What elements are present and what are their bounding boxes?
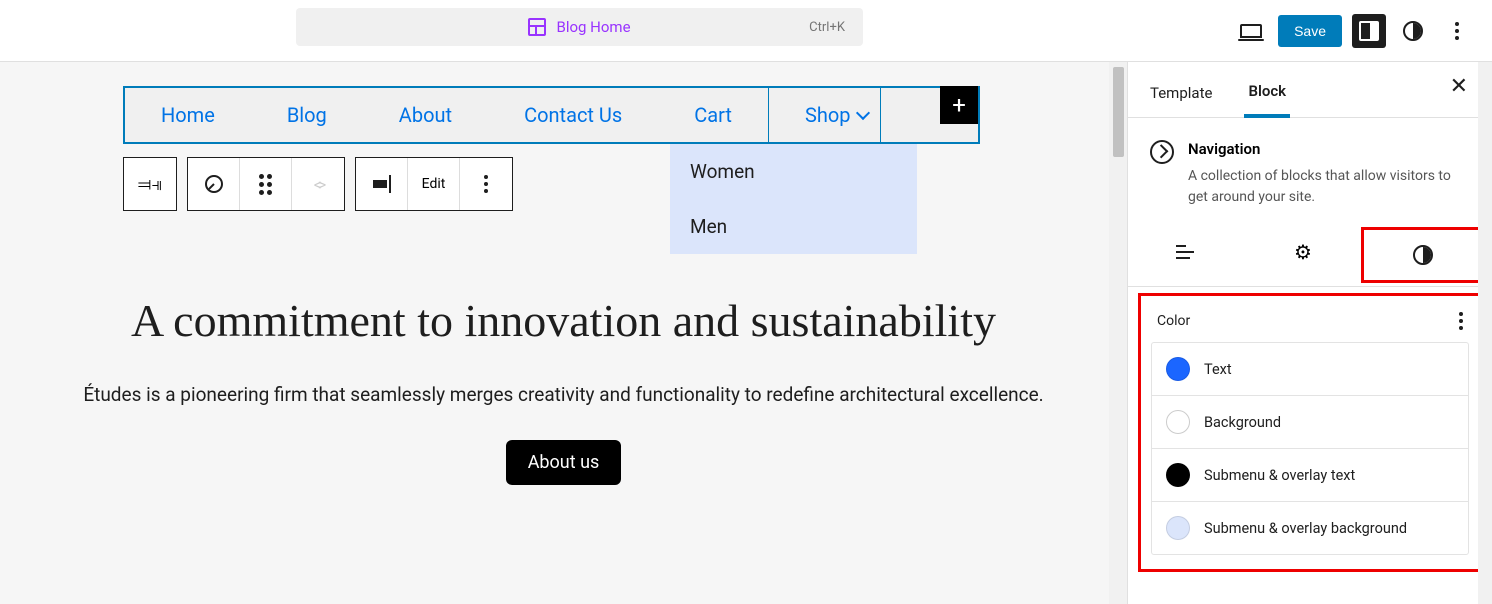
color-swatch [1166,357,1190,381]
color-list: Text Background Submenu & overlay text S… [1151,342,1469,555]
toolbar-edit[interactable]: Edit [408,158,460,210]
kebab-icon [1455,22,1459,40]
editor-canvas[interactable]: Home Blog About Contact Us Cart Shop + W… [0,62,1127,604]
color-panel-title: Color [1157,313,1190,329]
block-title: Navigation [1188,140,1470,158]
color-swatch [1166,410,1190,434]
split-icon: ⫤⫣ [138,174,162,195]
hero-heading[interactable]: A commitment to innovation and sustainab… [30,292,1097,350]
block-toolbar: ⫤⫣ < > Edit [123,157,523,211]
nav-item-contact[interactable]: Contact Us [488,88,658,142]
settings-tab-settings[interactable]: ⚙ [1245,224,1362,280]
chevrons-icon: < > [314,175,322,194]
laptop-icon [1240,24,1262,38]
color-row-submenu-bg[interactable]: Submenu & overlay background [1152,502,1468,554]
shortcut-label: Ctrl+K [809,20,845,35]
sidebar-toggle-button[interactable] [1352,14,1386,48]
canvas-scrollbar[interactable] [1109,62,1127,604]
color-label: Submenu & overlay text [1204,467,1355,484]
settings-tab-list[interactable] [1128,224,1245,280]
block-description: A collection of blocks that allow visito… [1188,166,1470,208]
more-options-button[interactable] [1440,14,1474,48]
template-name: Blog Home [556,18,630,36]
nav-item-cart[interactable]: Cart [658,88,768,142]
block-info: Navigation A collection of blocks that a… [1128,118,1492,224]
tab-block[interactable]: Block [1244,72,1290,118]
styles-button[interactable] [1396,14,1430,48]
color-row-submenu-text[interactable]: Submenu & overlay text [1152,449,1468,502]
nav-item-home[interactable]: Home [125,88,251,142]
color-label: Text [1204,361,1232,378]
navigation-block[interactable]: Home Blog About Contact Us Cart Shop [123,86,980,144]
navigation-block-icon [1150,140,1174,164]
kebab-icon [484,175,488,193]
toolbar-block-type[interactable]: ⫤⫣ [124,158,176,210]
toolbar-move[interactable]: < > [292,158,344,210]
color-row-text[interactable]: Text [1152,343,1468,396]
color-row-background[interactable]: Background [1152,396,1468,449]
align-icon [373,175,391,193]
template-layout-icon [528,18,546,36]
tab-template[interactable]: Template [1146,74,1216,116]
close-sidebar-button[interactable]: ✕ [1450,74,1468,99]
color-panel-more[interactable] [1459,312,1463,330]
sidebar-scrollbar[interactable] [1478,62,1492,604]
color-swatch [1166,463,1190,487]
sidebar-tabs: Template Block ✕ [1128,62,1492,118]
nav-spacer [880,88,904,142]
save-button[interactable]: Save [1278,15,1342,47]
contrast-icon [1413,245,1433,265]
toolbar-parent-select[interactable] [188,158,240,210]
compass-icon [205,175,223,193]
submenu: Women Men [670,144,917,254]
settings-sidebar: Template Block ✕ Navigation A collection… [1127,62,1492,604]
toolbar-more[interactable] [460,158,512,210]
color-label: Background [1204,414,1281,431]
hero-button[interactable]: About us [506,440,622,485]
settings-sub-tabs: ⚙ [1128,224,1492,287]
submenu-item-women[interactable]: Women [670,144,917,199]
nav-item-shop[interactable]: Shop [768,88,881,142]
drag-icon [259,174,272,195]
color-label: Submenu & overlay background [1204,520,1407,537]
add-block-button[interactable]: + [940,86,978,124]
nav-item-about[interactable]: About [363,88,488,142]
settings-tab-styles[interactable] [1361,227,1484,283]
toolbar-drag-handle[interactable] [240,158,292,210]
view-button[interactable] [1234,14,1268,48]
template-selector[interactable]: Blog Home Ctrl+K [296,8,863,46]
nav-item-blog[interactable]: Blog [251,88,363,142]
color-swatch [1166,516,1190,540]
sidepanel-icon [1359,21,1379,41]
contrast-icon [1403,21,1423,41]
submenu-item-men[interactable]: Men [670,199,917,254]
hero-paragraph[interactable]: Études is a pioneering firm that seamles… [30,380,1097,410]
color-panel: Color Text Background Submenu & overlay … [1138,293,1482,572]
list-icon [1176,245,1196,259]
gear-icon: ⚙ [1294,240,1312,264]
hero-section: A commitment to innovation and sustainab… [0,292,1127,485]
top-bar: Blog Home Ctrl+K Save [0,0,1492,62]
toolbar-align[interactable] [356,158,408,210]
